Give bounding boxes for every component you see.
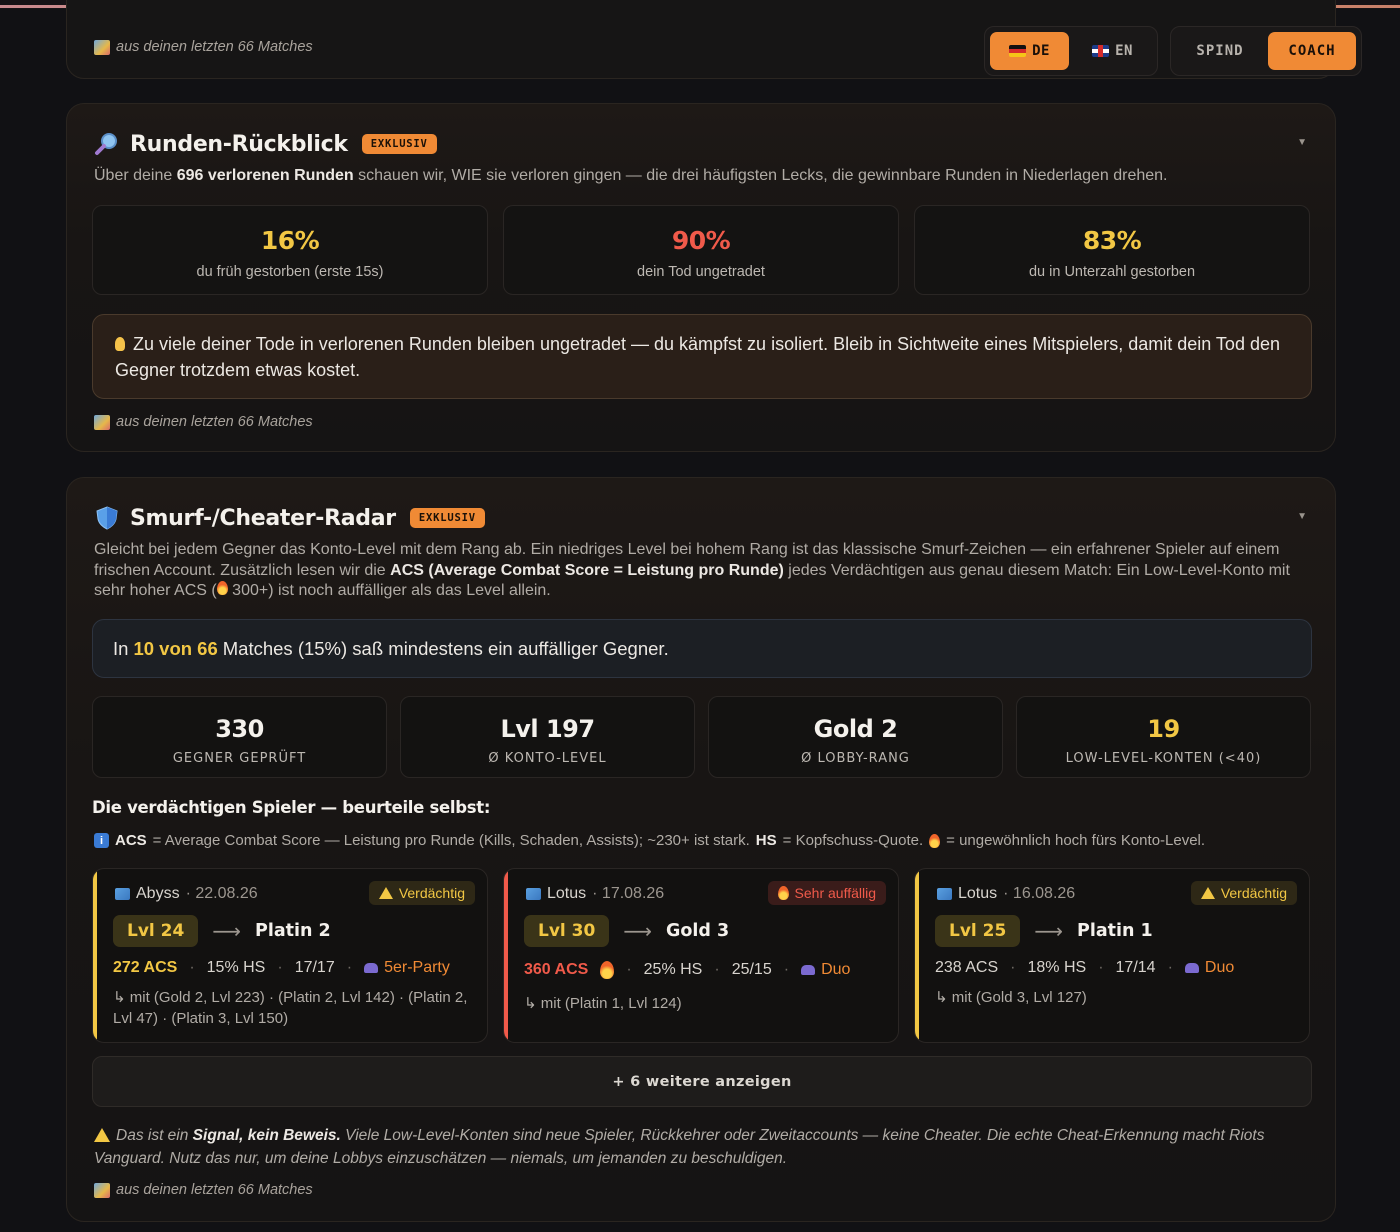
lang-de-button[interactable]: DE (990, 32, 1069, 70)
match-info: Lotus · 17.08.26 (526, 885, 664, 903)
source-note: aus deinen letzten 66 Matches (94, 39, 313, 55)
exclusive-badge: EXKLUSIV (409, 508, 485, 528)
uk-flag-icon (1092, 45, 1110, 57)
coach-button[interactable]: COACH (1268, 32, 1356, 70)
stat-early-death: 16% du früh gestorben (erste 15s) (92, 205, 488, 295)
shield-icon (94, 505, 120, 531)
party-members: ↳ mit (Gold 3, Lvl 127) (935, 989, 1087, 1006)
suspects-heading: Die verdächtigen Spieler — beurteile sel… (92, 798, 491, 817)
suspect-card: Lotus · 16.08.26 Verdächtig Lvl 25 ⟶ Plati… (914, 868, 1310, 1043)
german-flag-icon (1009, 45, 1027, 57)
chart-icon (94, 39, 110, 55)
suspect-card: Lotus · 17.08.26 Sehr auffällig Lvl 30 ⟶ G… (503, 868, 899, 1043)
warning-icon (1200, 887, 1215, 899)
map-icon (115, 888, 130, 900)
warning-icon (378, 887, 393, 899)
group-icon (364, 963, 379, 973)
summary-info-box: In 10 von 66 Matches (15%) saß mindestens … (92, 619, 1312, 678)
stat-outnumbered: 83% du in Unterzahl gestorben (914, 205, 1310, 295)
match-info: Abyss · 22.08.26 (115, 885, 258, 903)
section-title: Runden-Rückblick (130, 131, 348, 157)
magnifier-icon (94, 131, 120, 157)
party-info: Duo (801, 961, 850, 979)
party-info: Duo (1184, 959, 1234, 977)
section-header[interactable]: Runden-Rückblick EXKLUSIV (94, 131, 437, 157)
stat-opponents-checked: 330 GEGNER GEPRÜFT (92, 696, 387, 778)
rank: Gold 3 (666, 921, 730, 941)
stat-low-level-accounts: 19 LOW-LEVEL-KONTEN (<40) (1016, 696, 1311, 778)
smurf-radar-section: Smurf-/Cheater-Radar EXKLUSIV ▼ Gleicht … (66, 477, 1336, 1222)
lightbulb-icon (115, 337, 125, 351)
suspect-card: Abyss · 22.08.26 Verdächtig Lvl 24 ⟶ Plati… (92, 868, 488, 1043)
section-description: Gleicht bei jedem Gegner das Konto-Level… (94, 541, 1290, 599)
tip-box: Zu viele deiner Tode in verlorenen Runde… (92, 314, 1312, 399)
party-info: 5er-Party (364, 959, 450, 977)
party-members: ↳ mit (Gold 2, Lvl 223) · (Platin 2, Lvl… (113, 989, 468, 1027)
warning-icon (94, 1128, 110, 1142)
account-level: Lvl 25 (935, 915, 1021, 947)
flame-icon (216, 581, 228, 595)
status-badge: Verdächtig (368, 881, 475, 905)
status-badge: Sehr auffällig (767, 881, 886, 905)
arrow-right-icon: ⟶ (623, 920, 652, 943)
group-icon (801, 965, 816, 975)
language-switcher: DE EN (984, 26, 1158, 76)
exclusive-badge: EXKLUSIV (361, 134, 437, 154)
collapse-chevron-icon[interactable]: ▼ (1297, 511, 1307, 522)
stat-untraded: 90% dein Tod ungetradet (503, 205, 899, 295)
source-note: aus deinen letzten 66 Matches (94, 1182, 313, 1198)
section-header[interactable]: Smurf-/Cheater-Radar EXKLUSIV (94, 505, 485, 531)
source-note: aus deinen letzten 66 Matches (94, 414, 313, 430)
show-more-button[interactable]: + 6 weitere anzeigen (92, 1056, 1312, 1107)
lang-en-button[interactable]: EN (1073, 32, 1152, 70)
arrow-right-icon: ⟶ (212, 920, 241, 943)
arrow-right-icon: ⟶ (1034, 920, 1063, 943)
rank: Platin 1 (1077, 921, 1153, 941)
round-review-section: Runden-Rückblick EXKLUSIV ▼ Über deine 6… (66, 103, 1336, 452)
stat-avg-account-level: Lvl 197 Ø KONTO-LEVEL (400, 696, 695, 778)
chart-icon (94, 414, 110, 430)
party-members: ↳ mit (Platin 1, Lvl 124) (524, 995, 682, 1012)
map-icon (526, 888, 541, 900)
map-icon (937, 888, 952, 900)
section-description: Über deine 696 verlorenen Runden schauen… (94, 167, 1168, 184)
match-info: Lotus · 16.08.26 (937, 885, 1075, 903)
player-stats: 238 ACS · 18% HS · 17/14 · Duo (935, 959, 1235, 977)
chart-icon (94, 1182, 110, 1198)
group-icon (1184, 963, 1199, 973)
mode-switcher: SPIND COACH (1170, 26, 1362, 76)
stat-avg-lobby-rank: Gold 2Ø LOBBY-RANG (708, 696, 1003, 778)
info-icon: i (94, 833, 109, 848)
flame-icon (929, 833, 941, 848)
status-badge: Verdächtig (1190, 881, 1297, 905)
flame-icon (777, 886, 789, 900)
disclaimer: Das ist ein Signal, kein Beweis. Viele L… (94, 1127, 1265, 1167)
player-stats: 360 ACS · 25% HS · 25/15 · Duo (524, 961, 851, 979)
flame-icon (600, 961, 615, 979)
account-level: Lvl 24 (113, 915, 199, 947)
rank: Platin 2 (255, 921, 331, 941)
section-title: Smurf-/Cheater-Radar (130, 505, 396, 531)
stats-legend: i ACS = Average Combat Score — Leistung p… (94, 832, 1205, 849)
player-stats: 272 ACS · 15% HS · 17/17 · 5er-Party (113, 959, 450, 977)
collapse-chevron-icon[interactable]: ▼ (1297, 137, 1307, 148)
account-level: Lvl 30 (524, 915, 610, 947)
spind-button[interactable]: SPIND (1176, 32, 1264, 70)
